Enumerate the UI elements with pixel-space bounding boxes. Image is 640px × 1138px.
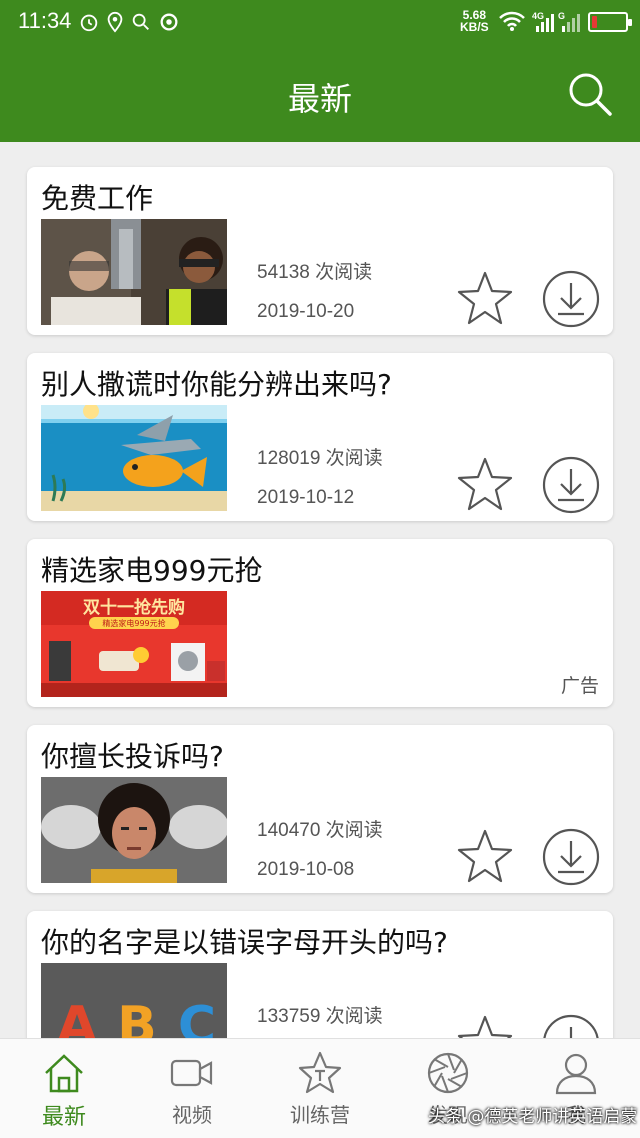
thumb-letter-c: C: [178, 996, 216, 1038]
publish-date: 2019-10-12: [257, 487, 355, 508]
status-time: 11:34: [18, 8, 72, 33]
search-icon[interactable]: [566, 70, 614, 118]
nav-item-video[interactable]: 视频: [128, 1039, 256, 1138]
wifi-icon: [499, 11, 525, 31]
status-bar: 11:34 5.68 KB/S 4G G: [0, 0, 640, 46]
user-icon: [555, 1053, 597, 1095]
read-count: 54138 次阅读: [257, 262, 373, 283]
nav-label: 训练营: [290, 1103, 350, 1127]
net-speed: 5.68 KB/S: [460, 9, 489, 33]
favorite-star-icon[interactable]: [455, 269, 515, 329]
favorite-star-icon[interactable]: [455, 455, 515, 515]
signal-4g-icon: 4G: [532, 11, 554, 32]
article-thumbnail[interactable]: A B C: [41, 963, 227, 1038]
article-feed[interactable]: 免费工作 54138 次阅读 2019-10-20 别人撒谎时你能分辨出来吗?: [0, 142, 640, 1038]
article-thumbnail[interactable]: [41, 777, 227, 883]
nav-item-latest[interactable]: 最新: [0, 1039, 128, 1138]
publish-date: 2019-10-08: [257, 859, 355, 880]
article-card[interactable]: 免费工作 54138 次阅读 2019-10-20: [27, 167, 613, 335]
article-card[interactable]: 你擅长投诉吗? 140470 次阅读 2019-10-08: [27, 725, 613, 893]
signal-g-icon: G: [558, 11, 580, 32]
search-status-icon: [132, 13, 149, 30]
ad-banner-subtext: 精选家电999元抢: [102, 618, 165, 628]
ad-label: 广告: [560, 675, 599, 697]
thumb-letter-a: A: [57, 996, 97, 1038]
location-icon: [107, 11, 123, 33]
article-card[interactable]: 你的名字是以错误字母开头的吗? A B C 133759 次阅读: [27, 911, 613, 1038]
thumb-letter-b: B: [117, 996, 157, 1038]
article-title: 免费工作: [41, 182, 154, 215]
ad-banner-text: 双十一抢先购: [83, 597, 185, 618]
ad-card[interactable]: 精选家电999元抢 双十一抢先购 精选家电999元抢 广告: [27, 539, 613, 707]
aperture-icon: [427, 1052, 469, 1094]
svg-text:G: G: [558, 11, 565, 21]
read-count: 140470 次阅读: [257, 820, 383, 841]
nav-label: 最新: [41, 1105, 86, 1130]
page-title: 最新: [287, 80, 352, 118]
app-bar: 最新: [0, 46, 640, 142]
svg-text:4G: 4G: [532, 11, 544, 21]
download-icon[interactable]: [541, 455, 601, 515]
article-thumbnail[interactable]: [41, 219, 227, 325]
download-icon[interactable]: [541, 1013, 601, 1038]
article-title: 你的名字是以错误字母开头的吗?: [41, 926, 448, 959]
article-title: 你擅长投诉吗?: [41, 740, 224, 773]
nav-item-training[interactable]: 训练营: [256, 1039, 384, 1138]
favorite-star-icon[interactable]: [455, 827, 515, 887]
training-star-icon: [298, 1051, 342, 1094]
download-icon[interactable]: [541, 827, 601, 887]
app-notification-icon: [160, 13, 178, 31]
ad-banner-image[interactable]: 双十一抢先购 精选家电999元抢: [41, 591, 227, 697]
publish-date: 2019-10-20: [257, 301, 355, 322]
video-icon: [170, 1059, 213, 1087]
download-icon[interactable]: [541, 269, 601, 329]
article-title: 别人撒谎时你能分辨出来吗?: [41, 368, 392, 401]
read-count: 133759 次阅读: [257, 1006, 383, 1027]
article-thumbnail[interactable]: [41, 405, 227, 511]
ad-title: 精选家电999元抢: [41, 554, 263, 587]
read-count: 128019 次阅读: [257, 448, 383, 469]
battery-icon: [588, 12, 632, 32]
favorite-star-icon[interactable]: [455, 1013, 515, 1038]
battery-level: [592, 16, 597, 28]
home-icon: [45, 1054, 83, 1093]
watermark: 头条 @德英老师讲英语启蒙: [428, 1107, 638, 1127]
net-speed-unit: KB/S: [460, 20, 489, 34]
nav-label: 视频: [172, 1103, 212, 1127]
article-card[interactable]: 别人撒谎时你能分辨出来吗? 128019 次阅读 2019-10-12: [27, 353, 613, 521]
alarm-icon: [80, 14, 98, 32]
